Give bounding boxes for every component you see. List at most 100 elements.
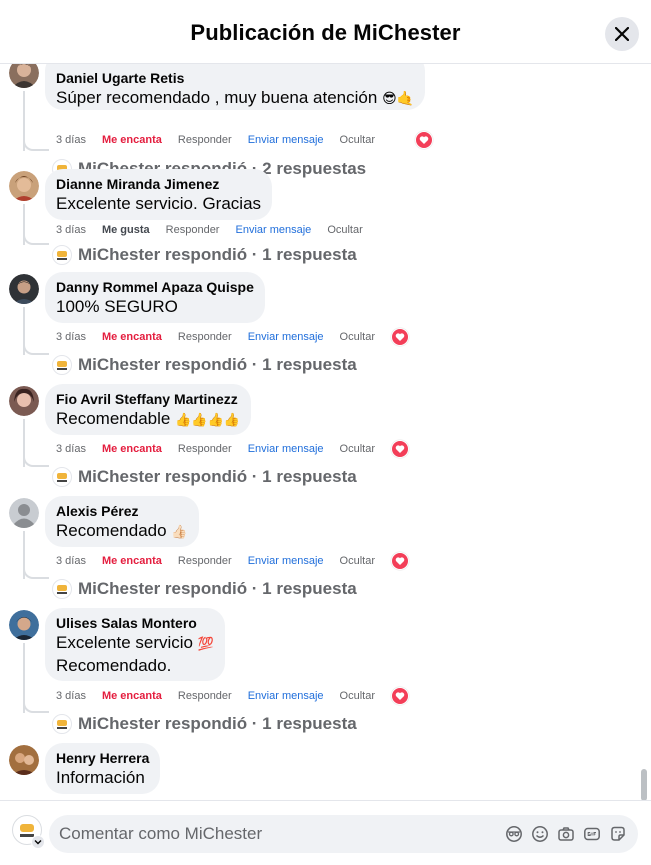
sticker-icon — [611, 826, 625, 841]
send-message-button[interactable]: Enviar mensaje — [248, 331, 324, 343]
comment-author[interactable]: Henry Herrera — [56, 749, 149, 767]
emoji-button[interactable] — [530, 824, 550, 844]
reply-button[interactable]: Responder — [178, 443, 232, 455]
view-replies-link[interactable]: MiChester respondió · 1 respuesta — [52, 354, 357, 376]
reaction-button[interactable]: Me encanta — [102, 690, 162, 702]
comment-author[interactable]: Ulises Salas Montero — [56, 614, 214, 632]
reply-summary: MiChester respondió · 1 respuesta — [78, 579, 357, 598]
comment-actions: 3 días Me encanta Responder Enviar mensa… — [56, 555, 391, 567]
comment-bubble: Ulises Salas Montero Excelente servicio … — [45, 608, 225, 681]
comment-time[interactable]: 3 días — [56, 331, 86, 343]
send-message-button[interactable]: Enviar mensaje — [248, 134, 324, 146]
view-replies-link[interactable]: MiChester respondió · 1 respuesta — [52, 466, 357, 488]
comment-author[interactable]: Daniel Ugarte Retis — [56, 69, 414, 87]
reaction-button[interactable]: Me encanta — [102, 134, 162, 146]
heart-icon — [395, 333, 405, 341]
comment-text: Excelente servicio 💯 — [56, 633, 214, 652]
hide-button[interactable]: Ocultar — [340, 134, 375, 146]
avatar[interactable] — [9, 274, 39, 304]
page-logo-icon — [52, 467, 72, 487]
view-replies-link[interactable]: MiChester respondió · 1 respuesta — [52, 244, 357, 266]
love-reaction-badge[interactable] — [415, 131, 433, 149]
comment-bubble: Dianne Miranda Jimenez Excelente servici… — [45, 169, 273, 220]
hide-button[interactable]: Ocultar — [340, 690, 375, 702]
love-reaction-badge[interactable] — [391, 328, 409, 346]
gif-button[interactable] — [582, 824, 602, 844]
comment-bubble: Henry Herrera Información — [45, 743, 161, 794]
avatar[interactable] — [9, 498, 39, 528]
reply-button[interactable]: Responder — [178, 555, 232, 567]
comment-text: Información — [56, 768, 145, 787]
avatar-sticker-icon — [506, 826, 522, 842]
comment-bubble: Danny Rommel Apaza Quispe 100% SEGURO — [45, 272, 265, 323]
close-button[interactable] — [605, 17, 639, 51]
dialog-title: Publicación de MiChester — [190, 20, 461, 45]
heart-icon — [395, 692, 405, 700]
sticker-button[interactable] — [608, 824, 628, 844]
avatar[interactable] — [9, 171, 39, 201]
comment-author[interactable]: Fio Avril Steffany Martinezz — [56, 390, 240, 408]
emoji-icon — [532, 826, 548, 842]
post-dialog: Publicación de MiChester Daniel Ugarte R… — [0, 0, 651, 865]
hide-button[interactable]: Ocultar — [340, 331, 375, 343]
love-reaction-badge[interactable] — [391, 552, 409, 570]
send-message-button[interactable]: Enviar mensaje — [235, 224, 311, 236]
comment-time[interactable]: 3 días — [56, 555, 86, 567]
heart-icon — [395, 557, 405, 565]
reply-button[interactable]: Responder — [178, 690, 232, 702]
view-replies-link[interactable]: MiChester respondió · 1 respuesta — [52, 578, 357, 600]
comment-text: Excelente servicio. Gracias — [56, 194, 262, 213]
comment-actions: 3 días Me encanta Responder Enviar mensa… — [56, 134, 391, 146]
reaction-button[interactable]: Me encanta — [102, 331, 162, 343]
send-message-button[interactable]: Enviar mensaje — [248, 690, 324, 702]
comment-author[interactable]: Dianne Miranda Jimenez — [56, 175, 261, 193]
reply-summary: MiChester respondió · 1 respuesta — [78, 714, 357, 733]
page-logo-icon — [52, 245, 72, 265]
comment-actions: 3 días Me encanta Responder Enviar mensa… — [56, 690, 391, 702]
heart-icon — [395, 445, 405, 453]
comment-input-wrapper — [49, 815, 638, 853]
scrollbar[interactable] — [641, 769, 647, 801]
dialog-header: Publicación de MiChester — [0, 0, 651, 64]
comment-text: 100% SEGURO — [56, 297, 178, 316]
page-logo-icon — [52, 579, 72, 599]
send-message-button[interactable]: Enviar mensaje — [248, 443, 324, 455]
comment-time[interactable]: 3 días — [56, 690, 86, 702]
love-reaction-badge[interactable] — [391, 440, 409, 458]
hide-button[interactable]: Ocultar — [340, 443, 375, 455]
comment-input[interactable] — [59, 815, 499, 853]
avatar-sticker-button[interactable] — [504, 824, 524, 844]
reply-button[interactable]: Responder — [178, 134, 232, 146]
close-icon — [615, 27, 629, 41]
reply-summary: MiChester respondió · 1 respuesta — [78, 467, 357, 486]
camera-icon — [558, 827, 574, 841]
comment-time[interactable]: 3 días — [56, 443, 86, 455]
hide-button[interactable]: Ocultar — [340, 555, 375, 567]
reply-button[interactable]: Responder — [178, 331, 232, 343]
comment-bubble: Alexis Pérez Recomendado 👍🏻 — [45, 496, 199, 547]
send-message-button[interactable]: Enviar mensaje — [248, 555, 324, 567]
comment-text-line-2: Recomendado. — [56, 656, 172, 675]
view-replies-link[interactable]: MiChester respondió · 1 respuesta — [52, 713, 357, 735]
reply-button[interactable]: Responder — [166, 224, 220, 236]
comment-time[interactable]: 3 días — [56, 134, 86, 146]
comment-actions: 3 días Me encanta Responder Enviar mensa… — [56, 331, 391, 343]
reaction-button[interactable]: Me encanta — [102, 443, 162, 455]
comment-bubble: Fio Avril Steffany Martinezz Recomendabl… — [45, 384, 251, 435]
comment-actions: 3 días Me gusta Responder Enviar mensaje… — [56, 224, 379, 236]
love-reaction-badge[interactable] — [391, 687, 409, 705]
reaction-button[interactable]: Me gusta — [102, 224, 150, 236]
avatar[interactable] — [9, 610, 39, 640]
comment-author[interactable]: Alexis Pérez — [56, 502, 188, 520]
switch-identity-button[interactable] — [31, 835, 45, 849]
comment-time[interactable]: 3 días — [56, 224, 86, 236]
reaction-button[interactable]: Me encanta — [102, 555, 162, 567]
reply-summary: MiChester respondió · 1 respuesta — [78, 245, 357, 264]
comment-author[interactable]: Danny Rommel Apaza Quispe — [56, 278, 254, 296]
avatar[interactable] — [9, 386, 39, 416]
avatar[interactable] — [9, 64, 39, 88]
avatar[interactable] — [9, 745, 39, 775]
hide-button[interactable]: Ocultar — [327, 224, 362, 236]
photo-button[interactable] — [556, 824, 576, 844]
heart-icon — [419, 136, 429, 144]
